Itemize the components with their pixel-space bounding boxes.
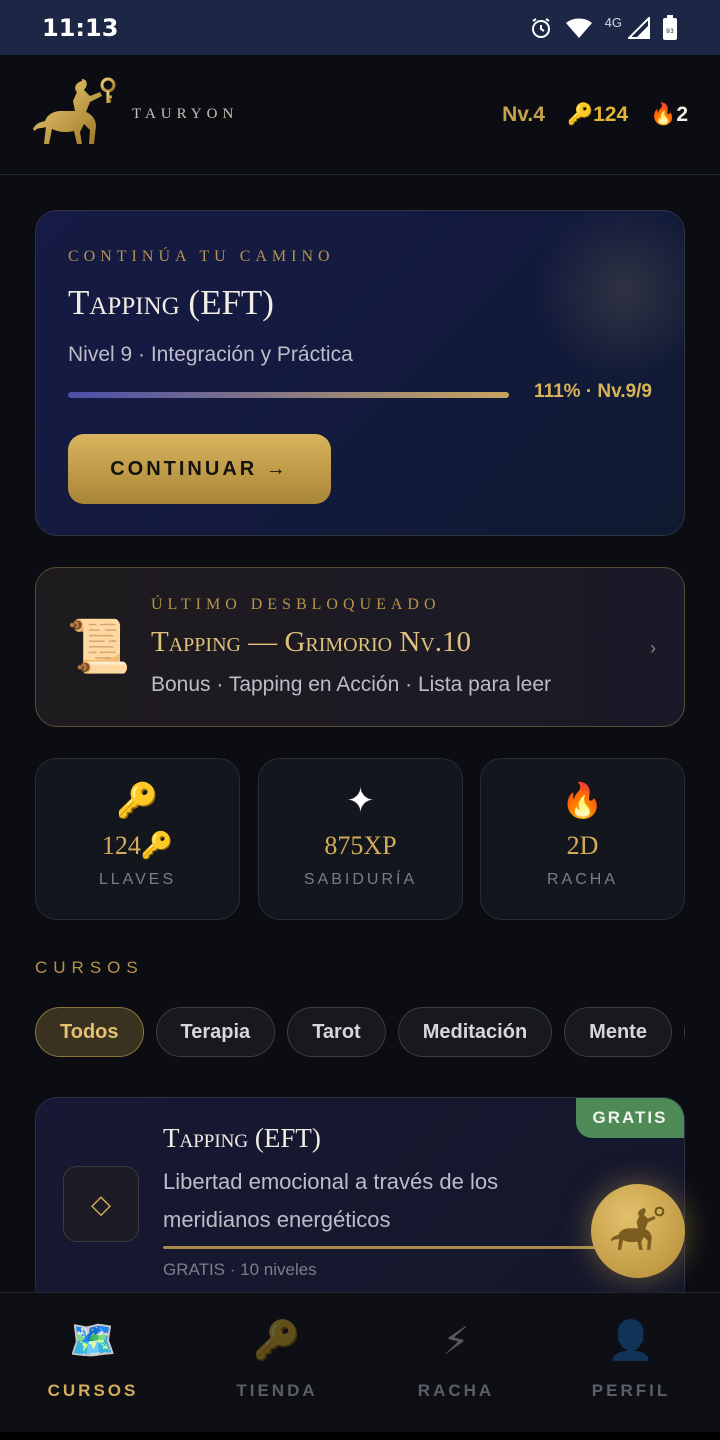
stat-label: RACHA xyxy=(546,871,618,888)
network-type: 4G xyxy=(604,15,622,30)
app-header: TAURYON Nv.4 🔑124 🔥2 xyxy=(0,55,720,175)
tab-label: CURSOS xyxy=(47,1381,139,1400)
course-progress-bar xyxy=(163,1246,603,1249)
tab-label: RACHA xyxy=(417,1381,495,1400)
brand[interactable]: TAURYON xyxy=(32,75,238,155)
course-filter-chips: Todos Terapia Tarot Meditación Mente xyxy=(35,1007,685,1059)
course-title: Tapping (EFT) xyxy=(163,1123,321,1153)
stat-label: SABIDURÍA xyxy=(303,871,418,888)
tab-perfil[interactable]: 👤 PERFIL xyxy=(541,1293,720,1440)
course-description: Libertad emocional a través de los merid… xyxy=(163,1169,499,1232)
stat-card-streak: 🔥 2D RACHA xyxy=(480,758,685,920)
hero-eyebrow: CONTINÚA TU CAMINO xyxy=(68,248,335,265)
chevron-right-icon: › xyxy=(650,638,656,658)
stat-value: 2D xyxy=(566,831,599,860)
system-nav-bar xyxy=(0,1432,720,1440)
fire-icon: 🔥 xyxy=(561,782,604,820)
hero-progress-bar xyxy=(68,392,509,398)
keys-count: 124 xyxy=(593,102,629,126)
stat-label: LLAVES xyxy=(98,871,177,888)
stat-value: 875XP xyxy=(324,831,397,860)
course-meta: GRATIS · 10 niveles xyxy=(163,1260,317,1279)
key-icon: 🔑 xyxy=(566,102,594,126)
alarm-icon xyxy=(531,17,550,38)
sparkle-icon: ✦ xyxy=(346,782,375,820)
unlocked-subtitle: Bonus · Tapping en Acción · Lista para l… xyxy=(151,673,552,696)
streak-count: 2 xyxy=(676,102,688,126)
courses-section-title: CURSOS xyxy=(35,958,144,977)
centaur-icon xyxy=(610,1206,665,1250)
key-icon: 🔑 xyxy=(253,1320,301,1362)
status-icons: 4G 93 xyxy=(529,14,678,41)
status-bar: 11:13 4G 93 xyxy=(0,0,720,55)
battery-icon: 93 xyxy=(663,14,677,40)
tab-label: TIENDA xyxy=(236,1381,318,1400)
user-icon: 👤 xyxy=(607,1320,655,1362)
tab-tienda[interactable]: 🔑 TIENDA xyxy=(187,1293,367,1440)
stat-value: 124🔑 xyxy=(101,831,174,860)
status-time: 11:13 xyxy=(42,13,119,42)
filter-chip-tarot[interactable]: Tarot xyxy=(287,1007,386,1057)
free-badge: GRATIS xyxy=(576,1098,684,1138)
unlocked-title: Tapping — Grimorio Nv.10 xyxy=(151,626,471,658)
centaur-logo-icon xyxy=(33,77,116,144)
streak-counter[interactable]: 🔥2 xyxy=(650,103,688,127)
bottom-tab-bar: 🗺️ CURSOS 🔑 TIENDA ⚡ RACHA 👤 PERFIL xyxy=(0,1292,720,1440)
filter-chip-mente[interactable]: Mente xyxy=(564,1007,672,1057)
hero-course-title: Tapping (EFT) xyxy=(68,283,274,322)
tab-racha[interactable]: ⚡ RACHA xyxy=(366,1293,546,1440)
level-indicator: Nv.4 xyxy=(502,102,545,126)
map-icon: 🗺️ xyxy=(69,1320,117,1362)
fire-icon: 🔥 xyxy=(650,102,677,126)
filter-chip-terapia[interactable]: Terapia xyxy=(155,1007,276,1057)
tab-cursos[interactable]: 🗺️ CURSOS xyxy=(3,1293,183,1440)
course-card-tapping[interactable]: GRATIS ◇ Tapping (EFT) Libertad emociona… xyxy=(35,1097,685,1307)
last-unlocked-card[interactable]: 📜 ÚLTIMO DESBLOQUEADO Tapping — Grimorio… xyxy=(35,567,685,727)
oracle-fab-button[interactable] xyxy=(591,1184,685,1278)
filter-chip-todos[interactable]: Todos xyxy=(35,1007,144,1057)
stat-card-keys: 🔑 124🔑 LLAVES xyxy=(35,758,240,920)
key-icon: 🔑 xyxy=(116,782,159,820)
unlocked-eyebrow: ÚLTIMO DESBLOQUEADO xyxy=(151,596,441,613)
continue-button[interactable]: CONTINUAR → xyxy=(68,434,331,504)
header-stats: Nv.4 🔑124 🔥2 xyxy=(502,103,688,127)
filter-chip-more[interactable] xyxy=(683,1007,685,1057)
wifi-icon xyxy=(565,18,592,38)
filter-chip-meditacion[interactable]: Meditación xyxy=(397,1007,553,1057)
scroll-icon: 📜 xyxy=(66,618,131,676)
tab-label: PERFIL xyxy=(591,1381,671,1400)
hero-progress-label: 111% · Nv.9/9 xyxy=(534,381,652,402)
continue-path-card[interactable]: CONTINÚA TU CAMINO Tapping (EFT) Nivel 9… xyxy=(35,210,685,536)
lightning-icon: ⚡ xyxy=(442,1321,470,1363)
stat-card-wisdom: ✦ 875XP SABIDURÍA xyxy=(258,758,463,920)
battery-level: 93 xyxy=(666,28,674,35)
brand-name: TAURYON xyxy=(132,106,239,122)
diamond-icon: ◇ xyxy=(63,1166,139,1242)
hero-glow xyxy=(534,211,684,381)
signal-icon xyxy=(628,16,650,39)
keys-counter[interactable]: 🔑124 xyxy=(567,103,628,127)
hero-subtitle: Nivel 9 · Integración y Práctica xyxy=(68,343,353,366)
